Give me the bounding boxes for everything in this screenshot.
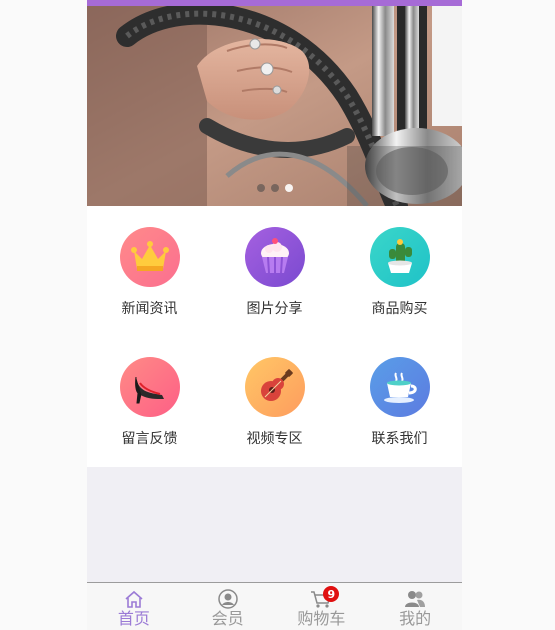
high-heel-icon	[119, 357, 180, 417]
tab-cart[interactable]: 9 购物车	[275, 583, 369, 630]
menu-item-label: 图片分享	[246, 301, 303, 317]
cart-count-badge: 9	[323, 586, 340, 602]
menu-item-contact[interactable]: 联系我们	[337, 336, 462, 466]
carousel-dot[interactable]	[257, 184, 265, 192]
crown-icon	[119, 227, 180, 287]
menu-item-photos[interactable]: 图片分享	[212, 206, 337, 336]
coffee-cup-icon	[369, 357, 430, 417]
menu-item-label: 联系我们	[371, 431, 428, 447]
banner-carousel[interactable]	[87, 6, 462, 206]
tab-member[interactable]: 会员	[181, 583, 275, 630]
tab-label: 会员	[211, 609, 244, 628]
cupcake-icon	[244, 227, 305, 287]
tab-label: 我的	[399, 609, 432, 628]
menu-item-label: 商品购买	[371, 301, 428, 317]
menu-item-shop[interactable]: 商品购买	[337, 206, 462, 336]
cactus-icon	[369, 227, 430, 287]
menu-item-label: 视频专区	[246, 431, 303, 447]
carousel-dot[interactable]	[271, 184, 279, 192]
menu-item-news[interactable]: 新闻资讯	[87, 206, 212, 336]
tab-label: 首页	[117, 609, 150, 628]
bottom-tab-bar: 首页 会员 9 购物车 我的	[87, 582, 462, 630]
guitar-icon	[244, 357, 305, 417]
menu-item-feedback[interactable]: 留言反馈	[87, 336, 212, 466]
menu-item-label: 留言反馈	[121, 431, 178, 447]
home-icon	[124, 589, 144, 609]
user-icon	[217, 589, 238, 609]
menu-item-video[interactable]: 视频专区	[212, 336, 337, 466]
tab-label: 购物车	[297, 609, 346, 628]
carousel-dot-active[interactable]	[285, 184, 293, 192]
banner-image	[87, 6, 462, 206]
carousel-dots[interactable]	[257, 184, 293, 192]
menu-grid: 新闻资讯 图片分享 商品购买 留言反馈 视频专区 联系我们	[87, 206, 462, 467]
app-screen: 新闻资讯 图片分享 商品购买 留言反馈 视频专区 联系我们 首页 会员 9 购物…	[87, 0, 462, 630]
people-icon	[404, 589, 426, 609]
tab-mine[interactable]: 我的	[368, 583, 462, 630]
tab-home[interactable]: 首页	[87, 583, 181, 630]
menu-item-label: 新闻资讯	[121, 301, 178, 317]
